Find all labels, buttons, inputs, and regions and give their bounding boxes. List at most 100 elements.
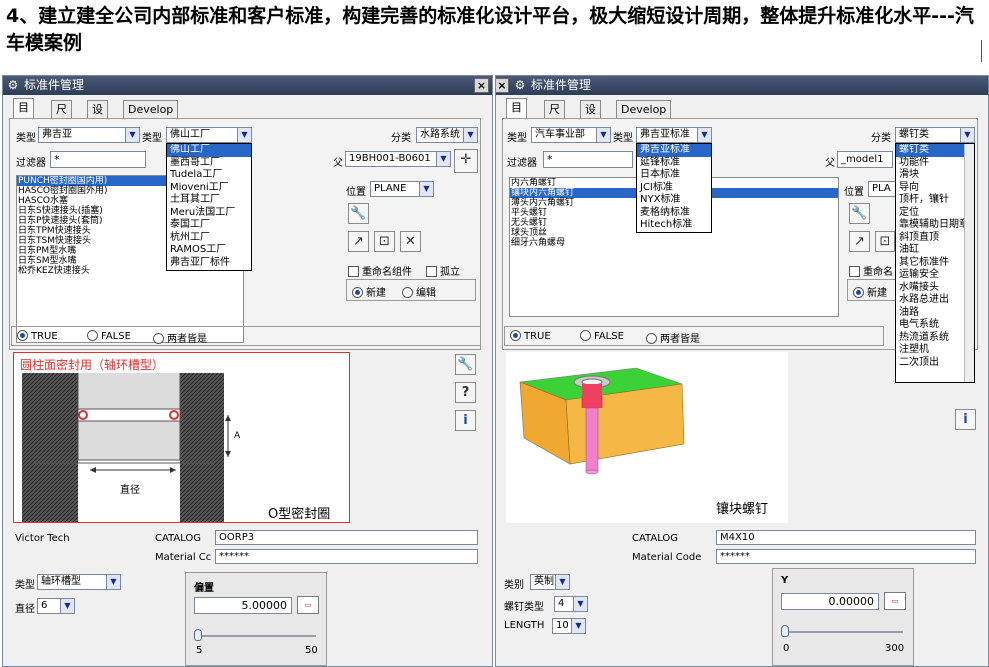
dropdown-item[interactable]: Meru法国工厂	[167, 207, 251, 220]
diameter-select[interactable]: 6 ▼	[37, 598, 75, 614]
type1-select[interactable]: 弗吉亚 ▼	[38, 127, 140, 143]
csys-icon[interactable]: ✛	[454, 149, 478, 173]
wrench-icon[interactable]: 🔧	[348, 203, 369, 224]
close-icon[interactable]: ×	[496, 78, 509, 93]
false-radio[interactable]: FALSE	[87, 330, 131, 342]
filter-input[interactable]: *	[543, 151, 633, 168]
both-radio[interactable]: 两者皆是	[646, 330, 700, 345]
orphan-checkbox[interactable]: 孤立	[426, 263, 460, 278]
wrench-icon[interactable]: 🔧	[455, 354, 476, 375]
dropdown-item[interactable]: 定位	[896, 207, 974, 220]
move-icon[interactable]: ⊡	[374, 231, 395, 252]
dropdown-item[interactable]: 弗吉亚标准	[637, 144, 711, 157]
reposition-icon[interactable]: ↗	[849, 231, 870, 252]
dropdown-item[interactable]: 日本标准	[637, 169, 711, 182]
type2-select[interactable]: 佛山工厂 ▼	[166, 127, 252, 143]
dropdown-item[interactable]: 泰国工厂	[167, 219, 251, 232]
dropdown-item[interactable]: 热流道系统	[896, 332, 974, 345]
dropdown-item[interactable]: 油路	[896, 307, 974, 320]
list-item[interactable]: 细牙六角螺母	[510, 238, 838, 248]
dropdown-item[interactable]: 斜顶直顶	[896, 232, 974, 245]
sub-type-select[interactable]: 轴环槽型 ▼	[37, 574, 121, 590]
offset-input[interactable]: 5.00000	[194, 597, 292, 614]
dropdown-item[interactable]: 佛山工厂	[167, 144, 251, 157]
y-slider-thumb[interactable]	[781, 625, 789, 637]
dropdown-item[interactable]: 油缸	[896, 244, 974, 257]
dropdown-item[interactable]: JCI标准	[637, 182, 711, 195]
dropdown-item[interactable]: 导向	[896, 182, 974, 195]
dropdown-item[interactable]: 二次顶出	[896, 357, 974, 370]
dropdown-item[interactable]: 注塑机	[896, 344, 974, 357]
length-select[interactable]: 10 ▼	[552, 618, 586, 634]
dropdown-item[interactable]: 杭州工厂	[167, 232, 251, 245]
tab-size[interactable]: 尺寸	[51, 100, 72, 134]
dropdown-item[interactable]: Hitech标准	[637, 219, 711, 232]
tab-develop[interactable]: Develop	[123, 100, 179, 119]
dropdown-item[interactable]: 功能件	[896, 157, 974, 170]
dropdown-item[interactable]: RAMOS工厂	[167, 244, 251, 257]
screw-type-select[interactable]: 4 ▼	[554, 596, 588, 612]
dropdown-item[interactable]: 墨西哥工厂	[167, 157, 251, 170]
dropdown-item[interactable]: Mioveni工厂	[167, 182, 251, 195]
measure-icon[interactable]: ▭	[884, 592, 906, 610]
material-input[interactable]: ******	[716, 549, 976, 564]
reposition-icon[interactable]: ↗	[348, 231, 369, 252]
type1-select[interactable]: 汽车事业部 ▼	[531, 127, 611, 143]
catalog-input[interactable]: M4X10	[716, 530, 976, 545]
rename-checkbox[interactable]: 重命名	[849, 263, 893, 278]
y-slider-track[interactable]	[785, 631, 903, 633]
class-select[interactable]: 螺钉类 ▼	[895, 127, 975, 143]
tab-catalog[interactable]: 目录	[506, 98, 527, 132]
help-icon[interactable]: ?	[455, 382, 476, 403]
true-radio[interactable]: TRUE	[17, 330, 58, 342]
dropdown-item[interactable]: NYX标准	[637, 194, 711, 207]
offset-slider-thumb[interactable]	[194, 629, 202, 641]
parent-input[interactable]: _model1	[837, 151, 893, 168]
type2-dropdown[interactable]: 弗吉亚标准 延锋标准 日本标准 JCI标准 NYX标准 麦格纳标准 Hitech…	[636, 143, 712, 233]
dropdown-item[interactable]: 螺钉类	[896, 144, 974, 157]
new-radio[interactable]: 新建	[853, 284, 887, 299]
type2-select[interactable]: 弗吉亚标准 ▼	[636, 127, 712, 143]
tab-settings[interactable]: 设置	[87, 100, 108, 134]
false-radio[interactable]: FALSE	[580, 330, 624, 342]
tab-develop[interactable]: Develop	[616, 100, 672, 119]
tab-size[interactable]: 尺寸	[544, 100, 565, 134]
both-radio[interactable]: 两者皆是	[153, 330, 207, 345]
info-icon[interactable]: i	[455, 410, 476, 431]
rename-checkbox[interactable]: 重命名组件	[348, 263, 412, 278]
dropdown-item[interactable]: Tudela工厂	[167, 169, 251, 182]
position-select[interactable]: PLA	[868, 181, 898, 197]
dropdown-item[interactable]: 水嘴接头	[896, 282, 974, 295]
offset-slider-track[interactable]	[198, 635, 316, 637]
wrench-icon[interactable]: 🔧	[849, 203, 870, 224]
position-select[interactable]: PLANE ▼	[370, 181, 434, 197]
dropdown-item[interactable]: 靠模辅助日期章	[896, 219, 974, 232]
parent-select[interactable]: 19BH001-B0601 ▼	[345, 151, 451, 167]
new-radio[interactable]: 新建	[352, 284, 386, 299]
catalog-input[interactable]: OORP3	[215, 530, 478, 545]
dropdown-item[interactable]: 延锋标准	[637, 157, 711, 170]
dropdown-item[interactable]: 水路总进出	[896, 294, 974, 307]
type2-dropdown[interactable]: 佛山工厂 墨西哥工厂 Tudela工厂 Mioveni工厂 土耳其工厂 Meru…	[166, 143, 252, 271]
filter-input[interactable]: *	[50, 151, 146, 168]
tab-settings[interactable]: 设置	[580, 100, 601, 134]
info-icon[interactable]: i	[955, 409, 976, 430]
dropdown-item[interactable]: 顶杆，镶针	[896, 194, 974, 207]
dropdown-scrollbar[interactable]	[964, 144, 974, 382]
class-select[interactable]: 水路系统 ▼	[416, 127, 478, 143]
dropdown-item[interactable]: 土耳其工厂	[167, 194, 251, 207]
close-icon[interactable]: ×	[474, 78, 489, 93]
dropdown-item[interactable]: 电气系统	[896, 319, 974, 332]
category-select[interactable]: 英制 ▼	[530, 574, 570, 590]
move-icon[interactable]: ⊡	[875, 231, 895, 252]
class-dropdown[interactable]: 螺钉类 功能件 滑块 导向 顶杆，镶针 定位 靠模辅助日期章 斜顶直顶 油缸 其…	[895, 143, 975, 383]
dropdown-item[interactable]: 滑块	[896, 169, 974, 182]
edit-radio[interactable]: 编辑	[402, 284, 436, 299]
measure-icon[interactable]: ▭	[297, 596, 319, 614]
delete-icon[interactable]: ✕	[400, 231, 421, 252]
y-input[interactable]: 0.00000	[781, 593, 879, 610]
material-input[interactable]: ******	[215, 549, 478, 564]
dropdown-item[interactable]: 弗吉亚厂标件	[167, 257, 251, 270]
tab-catalog[interactable]: 目录	[13, 98, 34, 132]
dropdown-item[interactable]: 运输安全	[896, 269, 974, 282]
